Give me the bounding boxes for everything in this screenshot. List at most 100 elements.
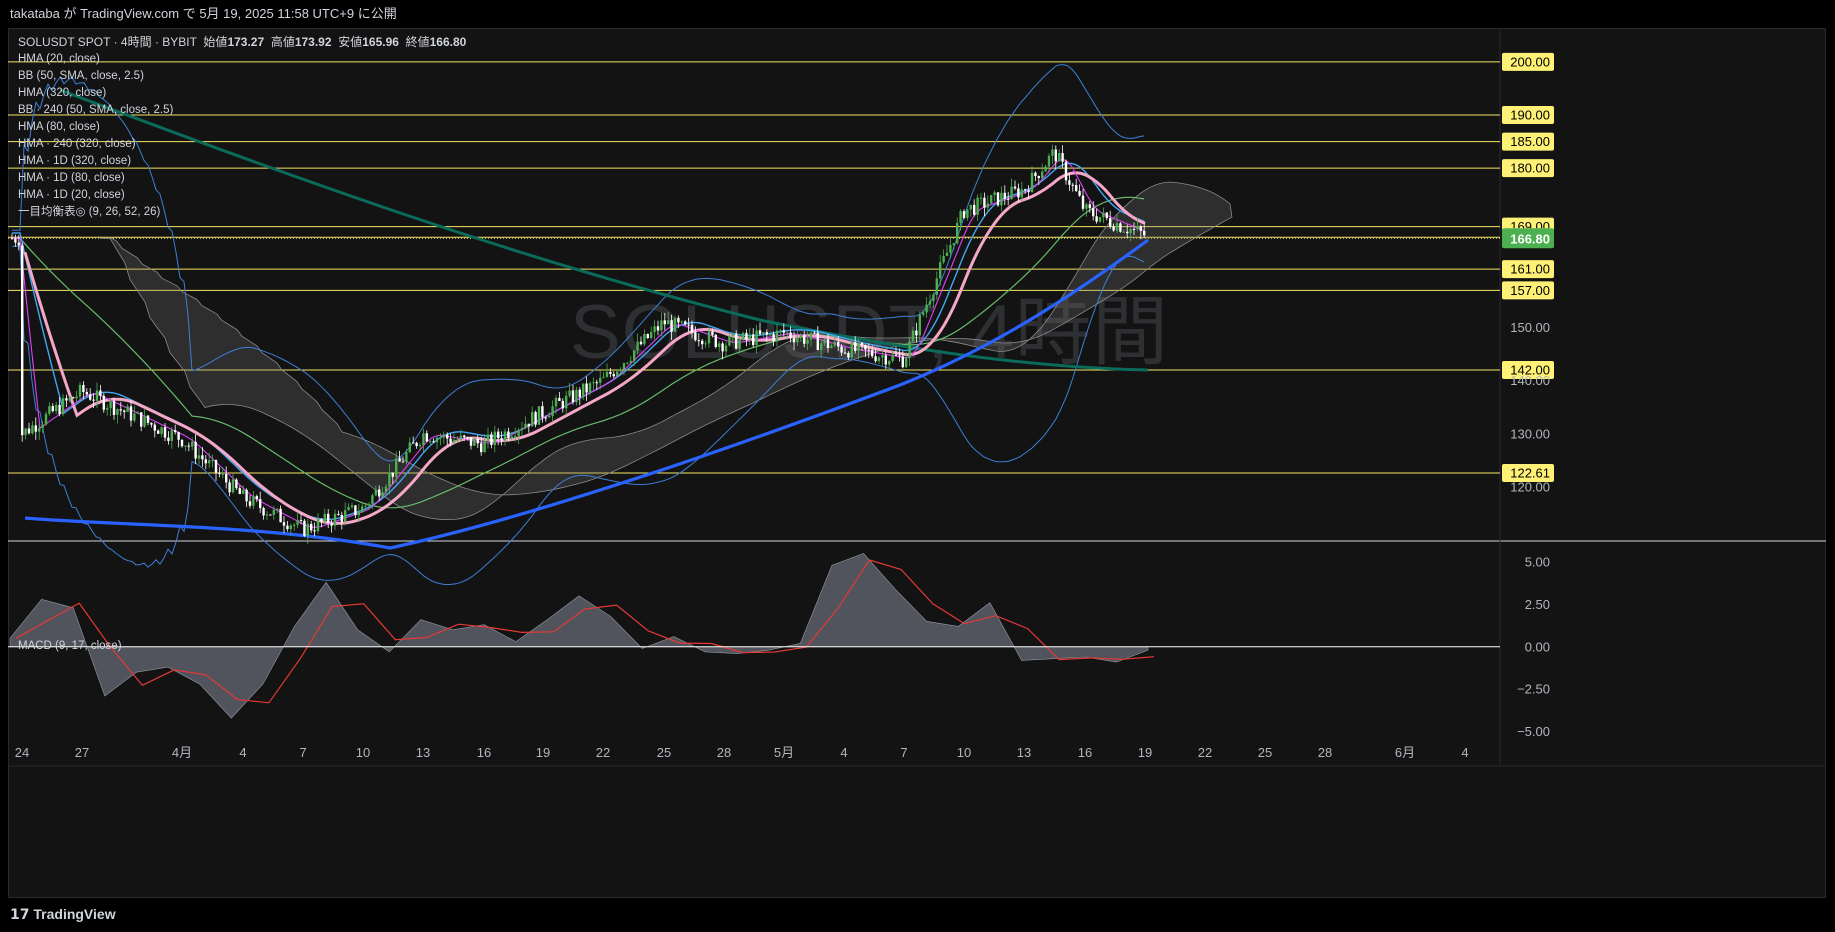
candle-body [1010,186,1013,200]
candle-body [524,423,527,429]
candle-body [112,400,116,415]
candle-body [58,404,61,415]
candle-body [707,331,711,344]
candle-body [238,488,241,494]
x-tick-label: 7 [299,745,306,760]
candle-body [643,333,646,345]
candle-body [10,238,14,240]
indicator-hma80[interactable]: HMA (80, close) [18,119,466,136]
candle-body [245,489,248,502]
macd-histogram-area [9,553,1149,719]
candle-body [711,331,714,335]
candle-body [792,338,796,343]
candle-body [932,294,935,302]
candle-body [969,204,972,210]
candle-body [85,391,88,395]
candle-body [310,523,313,531]
candle-body [762,332,765,335]
candle-body [701,340,704,345]
candle-body [888,361,891,365]
candle-body [626,362,629,364]
candle-body [639,341,643,345]
candle-body [571,390,575,403]
candle-body [126,406,129,412]
candle-body [939,262,942,279]
candle-body [1013,186,1017,189]
candle-body [918,314,921,336]
candle-body [962,211,966,218]
candle-body [279,508,282,523]
candle-body [755,330,758,346]
candle-body [395,458,398,477]
candle-body [898,355,901,357]
x-tick-label: 4 [1461,745,1468,760]
candle-body [714,334,717,347]
candle-body [660,320,663,331]
indicator-hma240-320[interactable]: HMA · 240 (320, close) [18,136,466,153]
candle-body [905,358,908,368]
candle-body [208,460,211,464]
candle-body [167,437,170,441]
candle-body [599,377,602,383]
candle-body [140,412,143,427]
candle-body [191,441,194,447]
candle-body [388,472,391,487]
candle-body [323,513,326,522]
indicator-hma1d-320[interactable]: HMA · 1D (320, close) [18,153,466,170]
candle-body [201,455,204,460]
candle-body [1071,184,1074,186]
candle-body [398,458,401,462]
candle-body [163,427,167,438]
candle-body [218,472,221,474]
symbol-line[interactable]: SOLUSDT SPOT · 4時間 · BYBIT 始値173.27 高値17… [18,34,466,51]
candle-body [786,332,789,334]
candle-body [1088,204,1091,209]
candle-body [833,341,836,346]
indicator-hma1d-20[interactable]: HMA · 1D (20, close) [18,187,466,204]
indicator-bb240[interactable]: BB · 240 (50, SMA, close, 2.5) [18,102,466,119]
indicator-hma20[interactable]: HMA (20, close) [18,51,466,68]
indicator-hma1d-80[interactable]: HMA · 1D (80, close) [18,170,466,187]
candle-body [129,406,133,421]
candle-body [75,396,78,399]
candle-body [857,343,860,352]
candle-body [412,442,415,444]
macd-legend[interactable]: MACD (9, 17, close) [18,640,122,652]
candle-body [214,460,218,473]
indicator-ichimoku[interactable]: 一目均衡表◎ (9, 26, 52, 26) [18,204,466,221]
x-tick-label: 10 [957,745,971,760]
level-price-label: 185.00 [1510,134,1550,149]
x-tick-label: 28 [717,745,731,760]
candle-body [55,404,58,412]
candle-body [469,437,473,446]
candle-body [718,343,721,347]
candle-body [170,430,173,441]
candle-body [429,441,432,443]
level-price-label: 122.61 [1510,466,1550,481]
candle-body [752,334,755,346]
candle-body [595,382,598,384]
indicator-bb50[interactable]: BB (50, SMA, close, 2.5) [18,68,466,85]
candle-body [463,435,466,438]
candle-body [344,510,347,522]
indicator-hma320[interactable]: HMA (320, close) [18,85,466,102]
candle-body [303,520,306,536]
candle-body [884,355,887,365]
candle-body [72,397,75,399]
candle-body [442,434,445,438]
candle-body [14,238,17,243]
x-tick-label: 13 [1017,745,1031,760]
candle-body [187,445,190,447]
x-tick-label: 16 [1078,745,1092,760]
candle-body [765,332,768,335]
candle-body [340,514,343,522]
candle-body [820,343,823,351]
candle-body [745,332,748,340]
candle-body [952,243,955,246]
candle-body [1024,189,1027,191]
candle-body [1030,172,1034,193]
candle-body [826,339,830,349]
high-value: 173.92 [294,35,332,49]
candle-body [840,346,843,353]
candle-body [378,489,381,497]
